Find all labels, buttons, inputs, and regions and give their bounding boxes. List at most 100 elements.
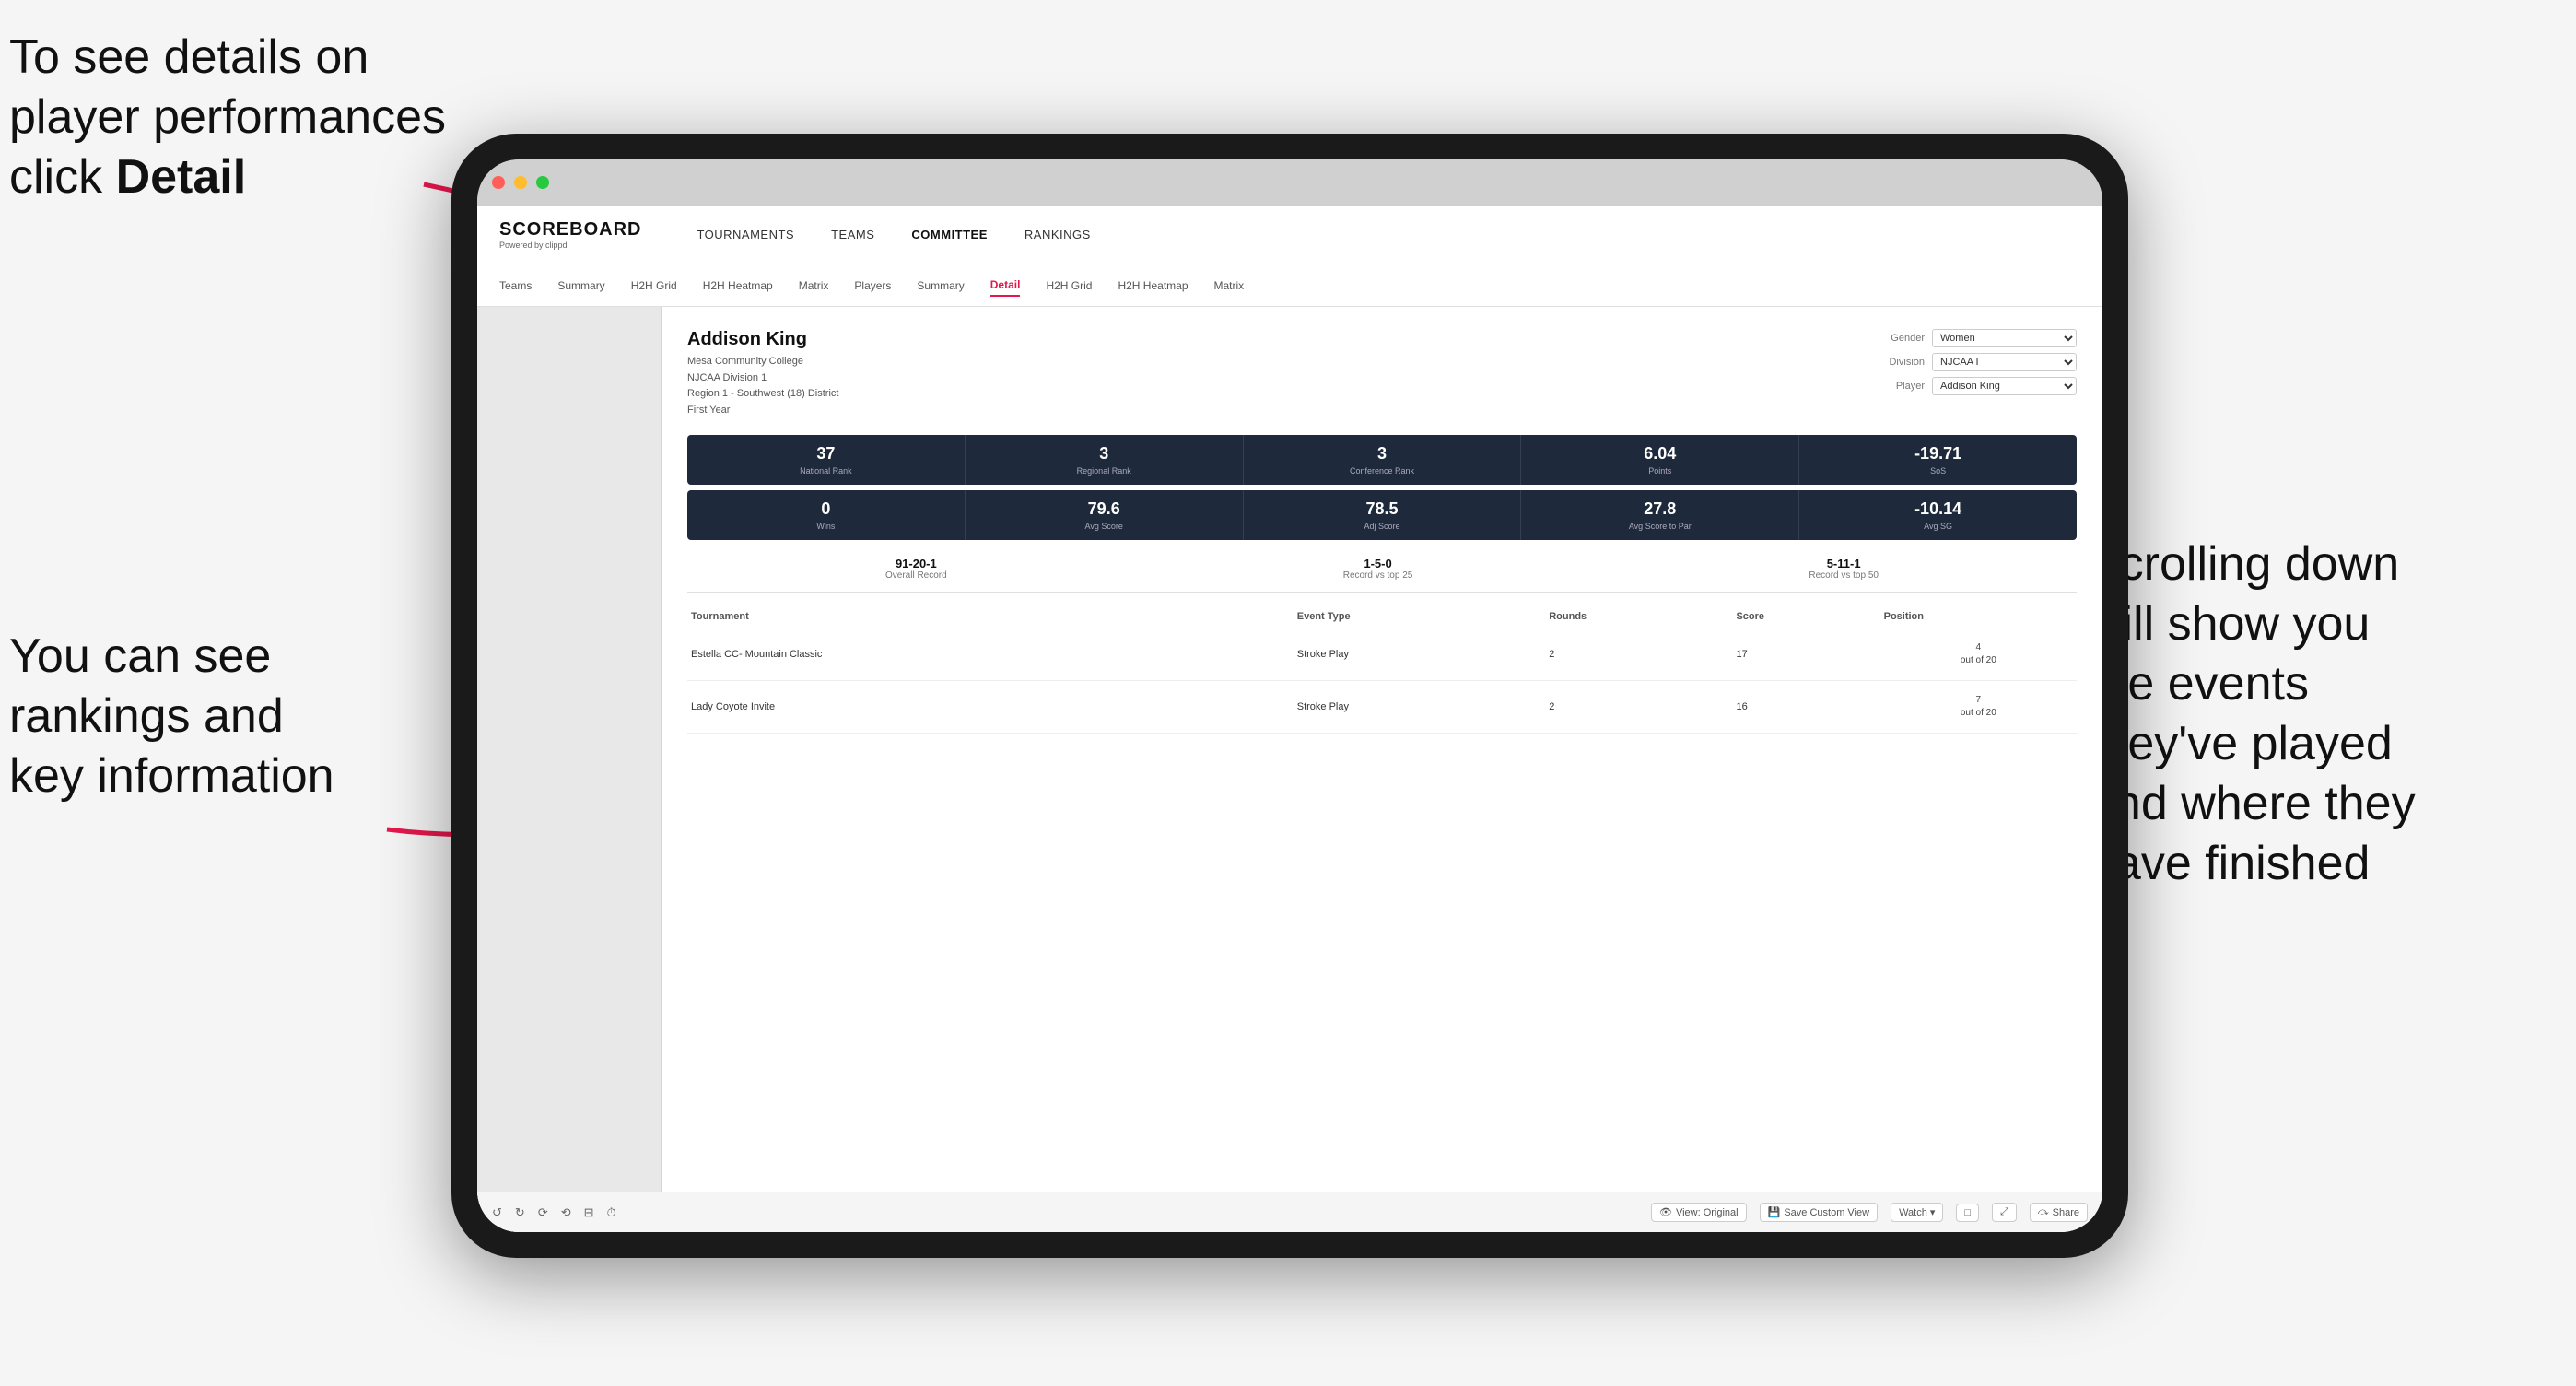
refresh-icon[interactable]: ⟳ <box>538 1205 548 1220</box>
stat-label: Wins <box>693 522 959 531</box>
record-item: 1-5-0Record vs top 25 <box>1343 557 1413 581</box>
player-college: Mesa Community College <box>687 356 803 367</box>
maximize-dot[interactable] <box>536 176 549 189</box>
tournament-name: Lady Coyote Invite <box>687 681 1263 734</box>
save-custom-view-btn[interactable]: 💾 Save Custom View <box>1760 1203 1878 1222</box>
stat-cell: 79.6Avg Score <box>966 490 1244 540</box>
watch-label: Watch ▾ <box>1899 1206 1935 1218</box>
col-event-type: Event Type <box>1294 605 1545 628</box>
annotation-top-left: To see details on player performances cl… <box>9 28 451 207</box>
stat-value: 0 <box>693 499 959 519</box>
division-label: Division <box>1874 357 1925 368</box>
layout-icon[interactable]: ⊟ <box>584 1205 594 1220</box>
annotation-detail-bold: Detail <box>116 150 247 204</box>
stats-grid-row1: 37National Rank3Regional Rank3Conference… <box>687 435 2077 485</box>
division-select[interactable]: NJCAA I <box>1932 353 2077 371</box>
redo-icon[interactable]: ↻ <box>515 1205 525 1220</box>
record-label: Record vs top 25 <box>1343 570 1413 581</box>
browser-chrome <box>477 159 2102 206</box>
tournament-empty <box>1263 628 1294 681</box>
share-label: Share <box>2053 1207 2079 1218</box>
left-sidebar <box>477 307 662 1192</box>
subnav-h2h-heatmap[interactable]: H2H Heatmap <box>703 276 773 296</box>
nav-committee[interactable]: COMMITTEE <box>911 224 988 245</box>
tournament-name: Estella CC- Mountain Classic <box>687 628 1263 681</box>
share-btn[interactable]: ⤼ Share <box>2030 1203 2088 1222</box>
subnav-summary2[interactable]: Summary <box>917 276 964 296</box>
player-year: First Year <box>687 405 730 416</box>
stat-value: 3 <box>1249 444 1516 464</box>
detail-panel[interactable]: Addison King Mesa Community College NJCA… <box>662 307 2102 1192</box>
table-row: Lady Coyote Invite Stroke Play 2 16 7out… <box>687 681 2077 734</box>
col-tournament: Tournament <box>687 605 1263 628</box>
record-value: 1-5-0 <box>1343 557 1413 570</box>
stat-cell: -19.71SoS <box>1799 435 2077 485</box>
timer-icon[interactable]: ⏱ <box>607 1205 616 1220</box>
stat-cell: 37National Rank <box>687 435 966 485</box>
subnav-summary[interactable]: Summary <box>557 276 604 296</box>
minimize-dot[interactable] <box>514 176 527 189</box>
expand-btn[interactable]: ⤢ <box>1992 1203 2017 1222</box>
nav-teams[interactable]: TEAMS <box>831 224 874 245</box>
record-label: Record vs top 50 <box>1809 570 1879 581</box>
tournament-empty <box>1263 681 1294 734</box>
subnav-h2h-grid2[interactable]: H2H Grid <box>1046 276 1092 296</box>
logo-sub: Powered by clippd <box>499 241 641 250</box>
app-content: SCOREBOARD Powered by clippd TOURNAMENTS… <box>477 206 2102 1232</box>
stat-value: 3 <box>971 444 1237 464</box>
col-empty <box>1263 605 1294 628</box>
player-division: NJCAA Division 1 <box>687 372 767 383</box>
subnav-players[interactable]: Players <box>854 276 891 296</box>
gender-control: Gender Women <box>1874 329 2077 347</box>
annotation-bottom-left: You can see rankings and key information <box>9 627 451 806</box>
nav-rankings[interactable]: RANKINGS <box>1025 224 1091 245</box>
stat-cell: 78.5Adj Score <box>1244 490 1522 540</box>
stat-label: Conference Rank <box>1249 466 1516 476</box>
gender-label: Gender <box>1874 333 1925 344</box>
subnav-matrix[interactable]: Matrix <box>799 276 829 296</box>
record-value: 91-20-1 <box>885 557 947 570</box>
close-dot[interactable] <box>492 176 505 189</box>
subnav-h2h-heatmap2[interactable]: H2H Heatmap <box>1118 276 1188 296</box>
rounds: 2 <box>1545 628 1732 681</box>
bottom-toolbar: ↺ ↻ ⟳ ⟲ ⊟ ⏱ 👁 View: Original 💾 Save Cust… <box>477 1192 2102 1232</box>
watch-btn[interactable]: Watch ▾ <box>1891 1203 1943 1222</box>
share-icon: ⤼ <box>2038 1206 2049 1218</box>
tablet-frame: SCOREBOARD Powered by clippd TOURNAMENTS… <box>451 134 2128 1258</box>
stat-value: -19.71 <box>1805 444 2071 464</box>
back-icon[interactable]: ⟲ <box>561 1205 571 1220</box>
rounds: 2 <box>1545 681 1732 734</box>
view-original-btn[interactable]: 👁 View: Original <box>1651 1203 1747 1222</box>
position: 4out of 20 <box>1880 628 2077 681</box>
subnav-matrix2[interactable]: Matrix <box>1214 276 1245 296</box>
view-original-label: View: Original <box>1676 1207 1739 1218</box>
event-type: Stroke Play <box>1294 681 1545 734</box>
player-select[interactable]: Addison King <box>1932 377 2077 395</box>
undo-icon[interactable]: ↺ <box>492 1205 502 1220</box>
gender-select[interactable]: Women <box>1932 329 2077 347</box>
stat-label: Adj Score <box>1249 522 1516 531</box>
eye-icon: 👁 <box>1659 1206 1672 1218</box>
player-controls: Gender Women Division NJCAA I <box>1874 329 2077 395</box>
stat-value: -10.14 <box>1805 499 2071 519</box>
stat-label: Points <box>1527 466 1793 476</box>
stat-label: Avg SG <box>1805 522 2071 531</box>
main-content: Addison King Mesa Community College NJCA… <box>477 307 2102 1192</box>
player-region: Region 1 - Southwest (18) District <box>687 388 838 399</box>
save-custom-label: Save Custom View <box>1784 1207 1869 1218</box>
stat-value: 6.04 <box>1527 444 1793 464</box>
event-type: Stroke Play <box>1294 628 1545 681</box>
subnav-detail[interactable]: Detail <box>990 275 1021 297</box>
annotation-right: Scrolling down will show you the events … <box>2088 534 2548 894</box>
record-label: Overall Record <box>885 570 947 581</box>
tournament-table: Tournament Event Type Rounds Score Posit… <box>687 605 2077 734</box>
stat-cell: 3 Conference Rank <box>1244 435 1522 485</box>
player-info: Addison King Mesa Community College NJCA… <box>687 329 838 418</box>
screen-btn[interactable]: □ <box>1956 1204 1979 1222</box>
stat-label: Avg Score <box>971 522 1237 531</box>
subnav-h2h-grid[interactable]: H2H Grid <box>631 276 677 296</box>
nav-tournaments[interactable]: TOURNAMENTS <box>697 224 794 245</box>
stat-cell: 27.8Avg Score to Par <box>1521 490 1799 540</box>
save-icon: 💾 <box>1768 1206 1781 1218</box>
subnav-teams[interactable]: Teams <box>499 276 532 296</box>
